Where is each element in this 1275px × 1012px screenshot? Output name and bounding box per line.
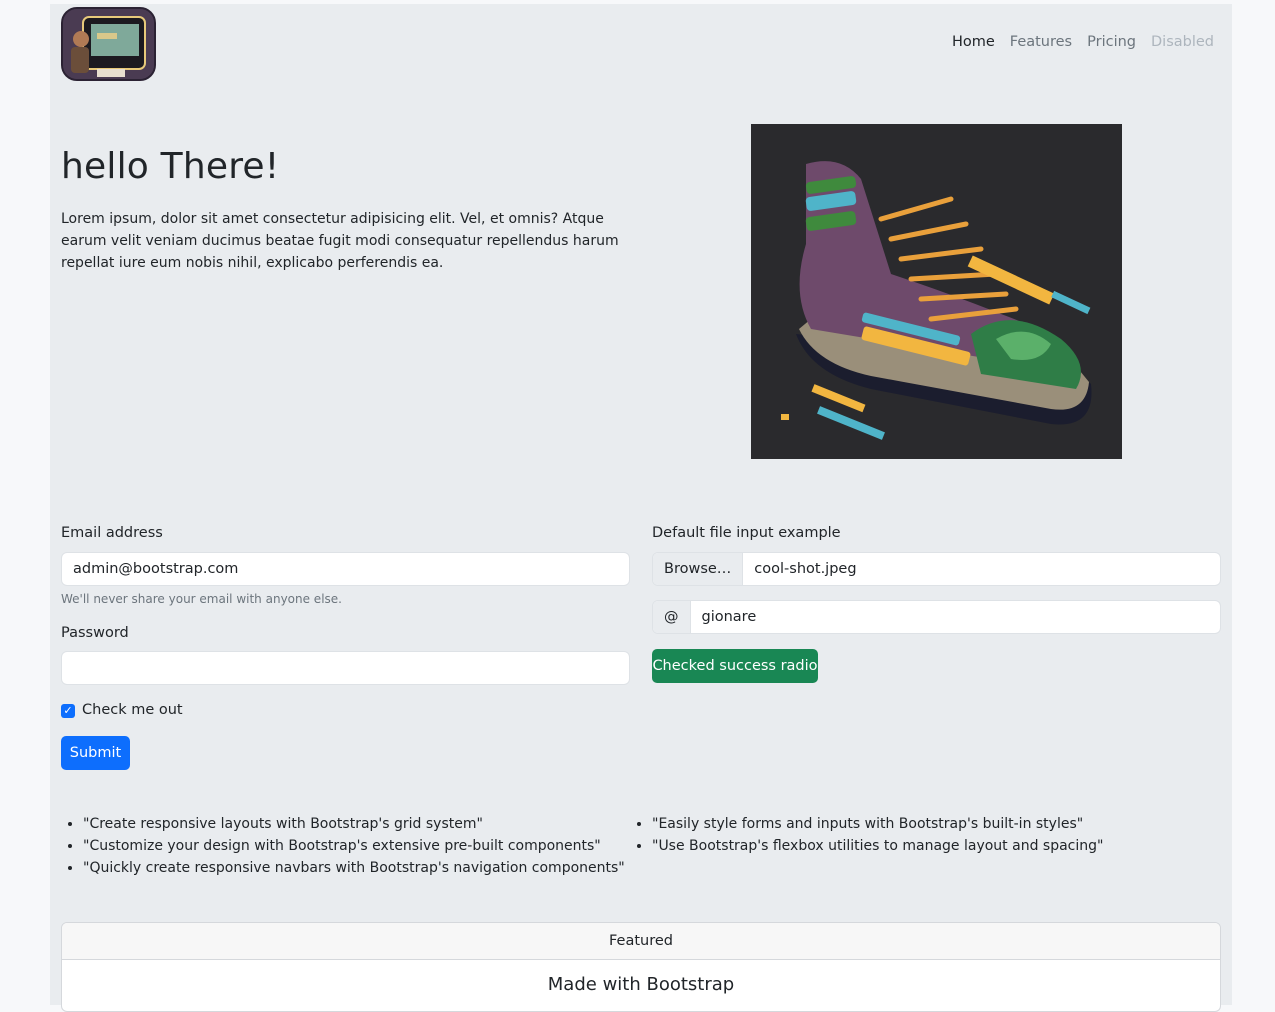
list-item: "Customize your design with Bootstrap's … [83, 835, 625, 857]
file-name: cool-shot.jpeg [754, 561, 857, 577]
checked-success-radio-button[interactable]: Checked success radio [652, 649, 818, 683]
features-list-left: "Create responsive layouts with Bootstra… [61, 813, 625, 879]
sneaker-image [751, 124, 1122, 459]
at-addon: @ [653, 601, 691, 633]
file-input[interactable]: Browse… cool-shot.jpeg [652, 552, 1221, 586]
browse-button[interactable]: Browse… [653, 553, 744, 585]
featured-card: Featured Made with Bootstrap [61, 922, 1221, 1012]
username-field[interactable]: gionare [691, 601, 768, 633]
list-item: "Use Bootstrap's flexbox utilities to ma… [652, 835, 1103, 857]
navbar: Home Features Pricing Disabled [952, 34, 1214, 50]
email-label: Email address [61, 525, 163, 541]
brand-logo[interactable] [61, 7, 156, 81]
list-item: "Quickly create responsive navbars with … [83, 857, 625, 879]
hero-title: hello There! [61, 146, 280, 187]
hero-text: Lorem ipsum, dolor sit amet consectetur … [61, 211, 619, 271]
check-me-out-label: Check me out [82, 702, 183, 718]
password-field[interactable] [61, 651, 630, 685]
password-label: Password [61, 625, 129, 641]
nav-disabled: Disabled [1151, 34, 1214, 50]
page-container: Home Features Pricing Disabled hello The… [50, 4, 1232, 1012]
submit-button[interactable]: Submit [61, 736, 130, 770]
username-input-group[interactable]: @ gionare [652, 600, 1221, 634]
nav-home[interactable]: Home [952, 34, 995, 50]
nav-features[interactable]: Features [1010, 34, 1072, 50]
list-item: "Create responsive layouts with Bootstra… [83, 813, 625, 835]
nav-pricing[interactable]: Pricing [1087, 34, 1136, 50]
card-title: Made with Bootstrap [547, 974, 735, 995]
file-input-label: Default file input example [652, 525, 841, 541]
features-list-right: "Easily style forms and inputs with Boot… [630, 813, 1103, 857]
check-me-out-checkbox[interactable]: ✓ [61, 704, 75, 718]
list-item: "Easily style forms and inputs with Boot… [652, 813, 1103, 835]
card-header: Featured [62, 923, 1220, 960]
email-help-text: We'll never share your email with anyone… [61, 592, 342, 606]
email-field[interactable]: admin@bootstrap.com [61, 552, 630, 586]
